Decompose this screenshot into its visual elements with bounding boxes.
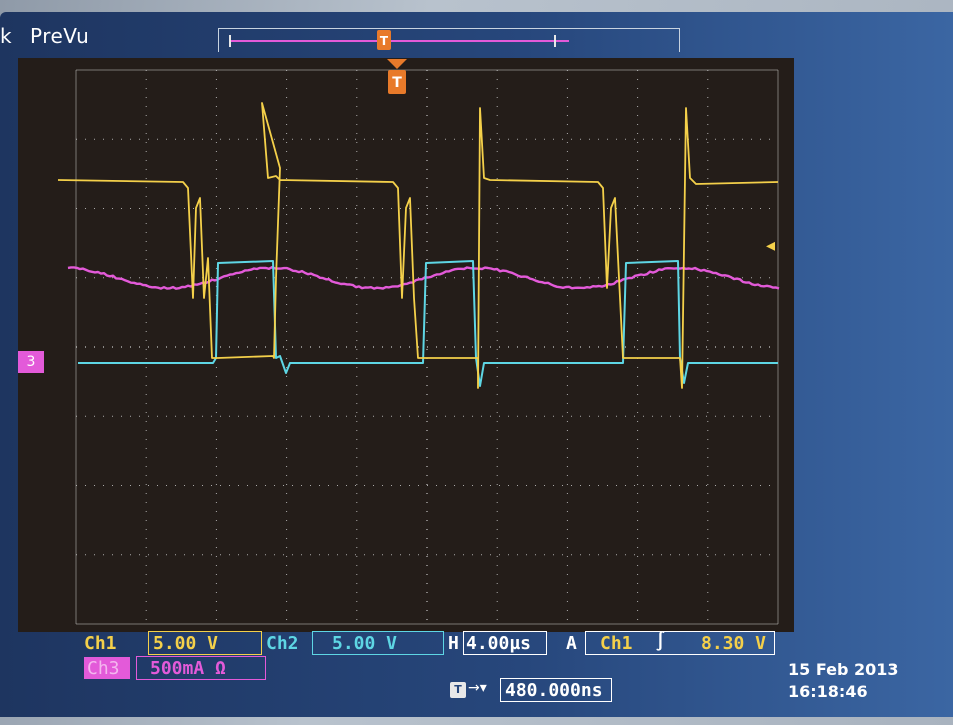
trigger-offset-arrow-icon: →▾: [468, 680, 487, 696]
ch3-ground-marker-text: 3: [27, 354, 36, 370]
ch1-label: Ch1: [84, 633, 117, 654]
trigger-position-badge[interactable]: T: [388, 70, 406, 94]
trigger-source: Ch1: [600, 633, 633, 654]
record-view-left-bracket: [229, 35, 231, 47]
horizontal-delay-value: 480.000ns: [505, 680, 603, 701]
trigger-level: 8.30 V: [701, 633, 766, 654]
ch3-ground-marker[interactable]: 3: [18, 351, 44, 373]
ch3-label: Ch3: [87, 658, 120, 679]
ch3-trace: [68, 267, 779, 289]
ch2-trace: [78, 261, 778, 386]
ch3-scale: 500mA Ω: [150, 658, 226, 679]
record-view-right-bracket: [554, 35, 556, 47]
record-view-window: [229, 40, 569, 42]
trigger-level-arrow-icon[interactable]: ◂: [766, 238, 784, 254]
ch1-trace: [58, 103, 778, 388]
ch2-scale: 5.00 V: [332, 633, 397, 654]
horizontal-label: H: [448, 633, 459, 654]
date-display: 15 Feb 2013: [788, 660, 899, 679]
trigger-position-marker[interactable]: [387, 59, 407, 69]
record-view-trigger-marker: T: [377, 30, 391, 50]
record-view-trigger-text: T: [380, 34, 388, 48]
rising-edge-icon: ∫: [655, 631, 666, 652]
header-prefix: k: [0, 24, 12, 48]
trigger-position-text: T: [392, 75, 402, 91]
grid-lines: [76, 70, 778, 624]
record-view-bar: T: [218, 28, 680, 52]
time-display: 16:18:46: [788, 682, 868, 701]
waveform-traces: [58, 103, 779, 388]
acquisition-mode-label: PreVu: [30, 24, 89, 48]
acquisition-label: A: [566, 633, 577, 654]
waveform-display: [18, 58, 794, 632]
ch2-label: Ch2: [266, 633, 299, 654]
waveform-graticule: [18, 58, 794, 632]
horizontal-scale: 4.00µs: [466, 633, 531, 654]
ch1-scale: 5.00 V: [153, 633, 218, 654]
trigger-offset-icon: T: [450, 682, 466, 698]
